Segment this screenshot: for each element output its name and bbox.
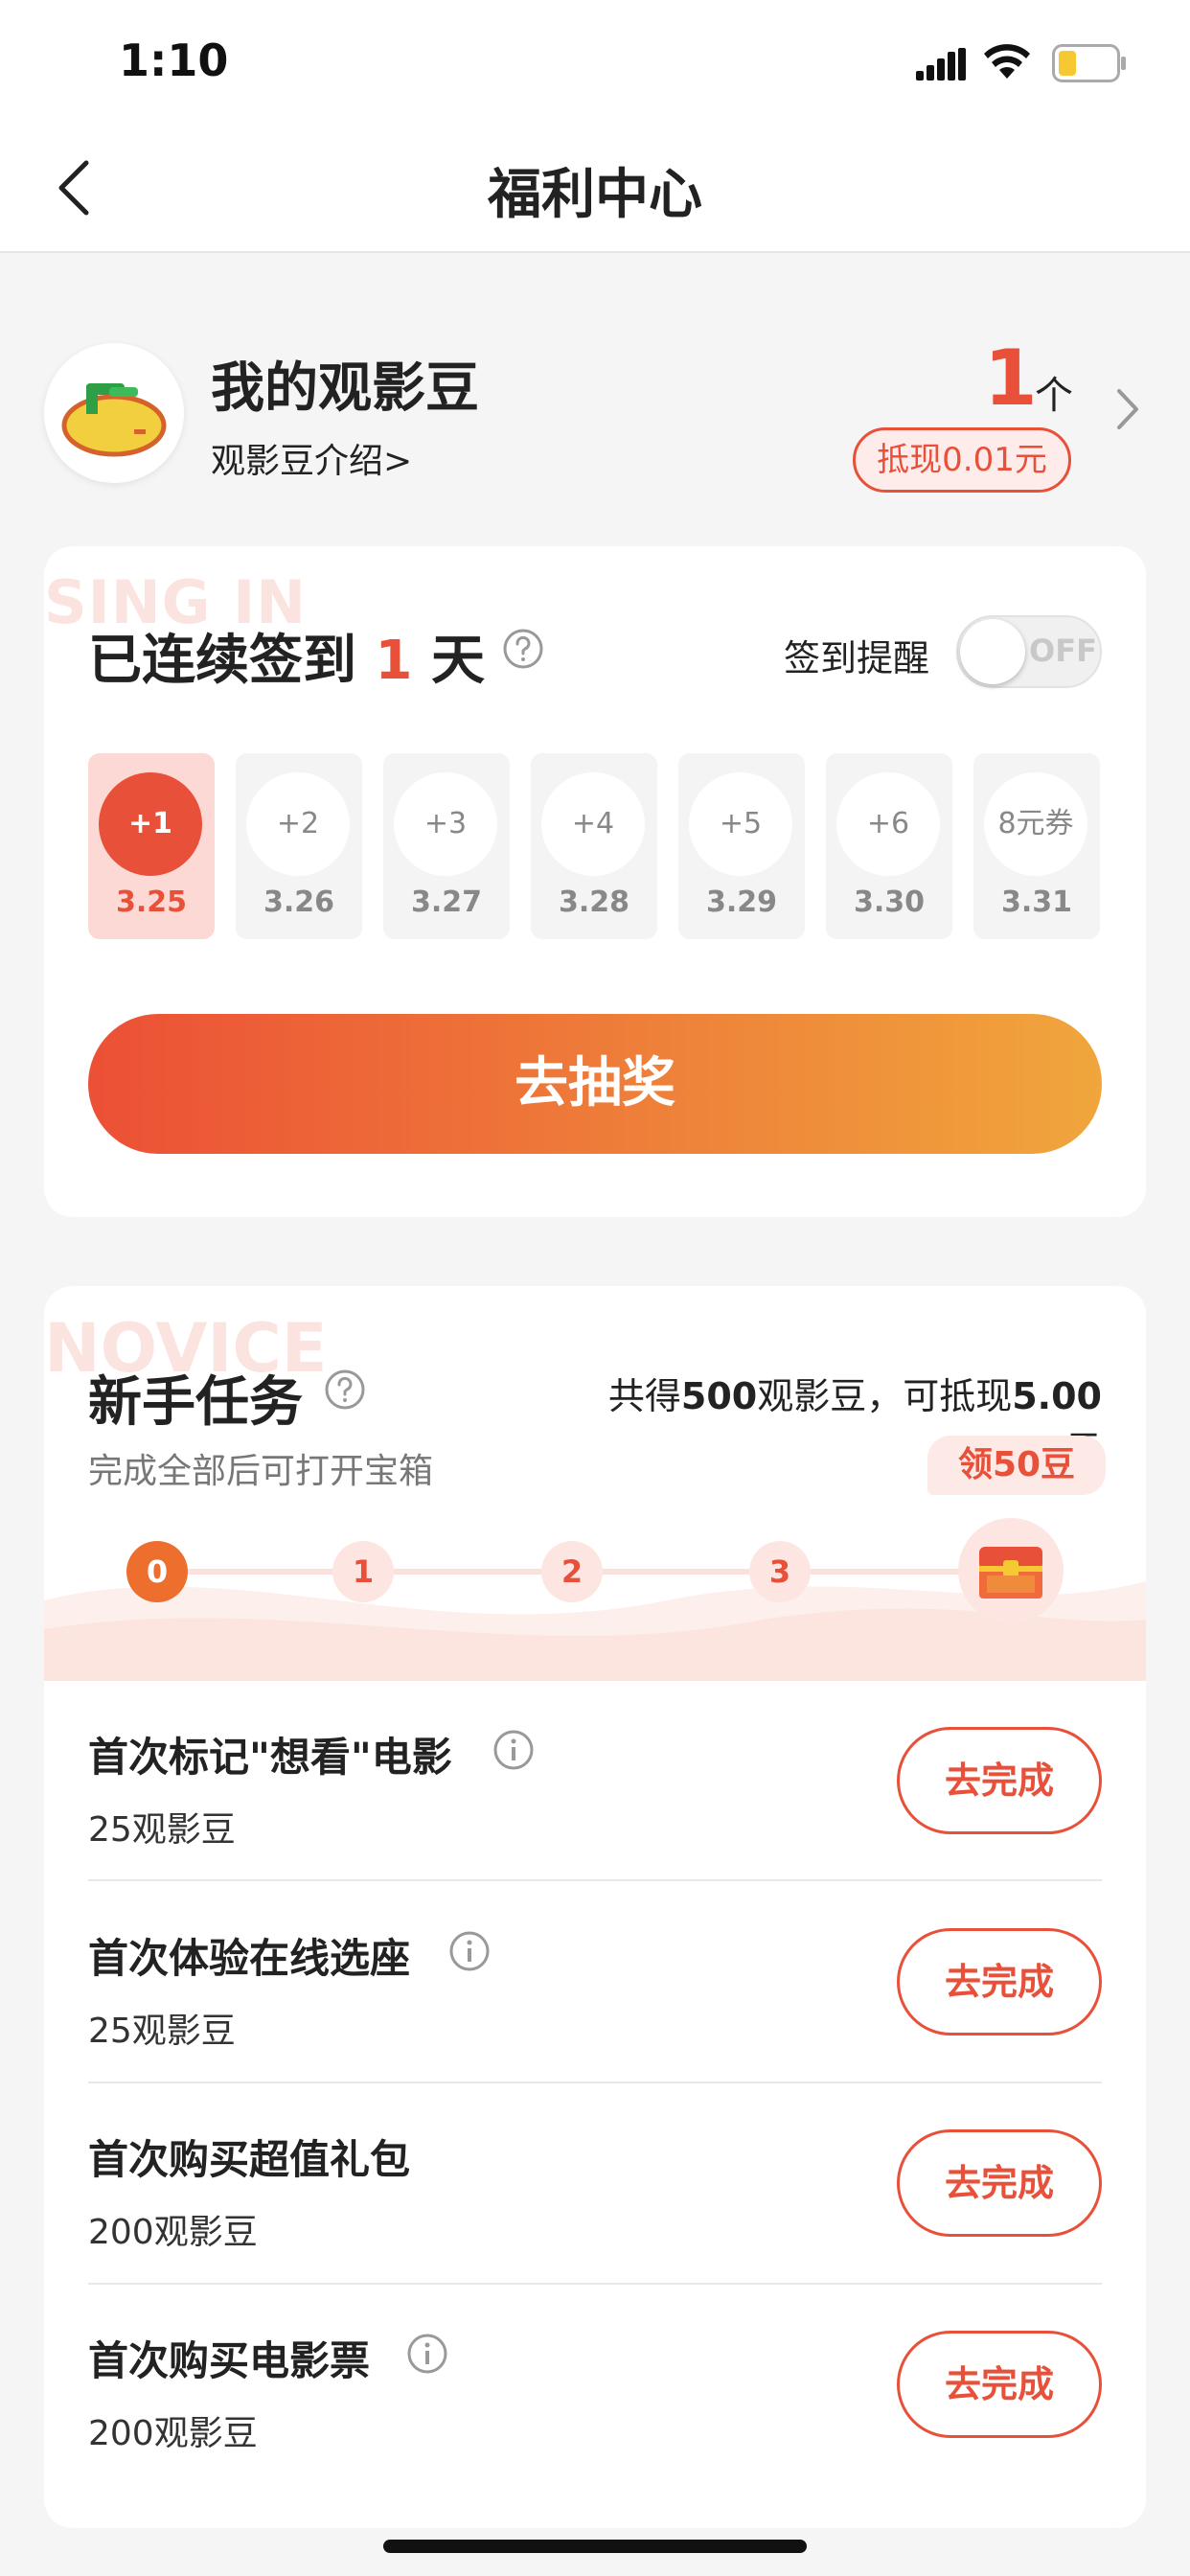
chevron-right-icon[interactable] — [1115, 387, 1140, 431]
signin-day-7[interactable]: 8元券 3.31 — [973, 753, 1100, 939]
day-reward: +4 — [541, 772, 645, 876]
day-reward: +2 — [246, 772, 350, 876]
day-date: 3.30 — [853, 886, 926, 919]
beans-count: 1 — [984, 334, 1038, 423]
toggle-knob[interactable] — [960, 619, 1025, 684]
novice-title: 新手任务 — [88, 1371, 303, 1434]
reward-mid: 观影豆，可抵现 — [757, 1375, 1013, 1417]
cellular-signal-icon — [916, 48, 966, 80]
signin-title-suffix: 天 — [430, 630, 485, 692]
cash-value-badge: 抵现0.01元 — [853, 427, 1071, 493]
help-icon[interactable] — [324, 1368, 366, 1411]
status-time: 1:10 — [119, 34, 229, 86]
progress-step-0: 0 — [126, 1541, 188, 1602]
progress-step-1: 1 — [332, 1541, 394, 1602]
progress-step-2: 2 — [541, 1541, 603, 1602]
novice-subtitle: 完成全部后可打开宝箱 — [88, 1452, 434, 1491]
bean-avatar-icon — [44, 343, 184, 483]
info-icon[interactable] — [406, 2333, 448, 2375]
task-name: 首次体验在线选座 — [88, 1935, 411, 1982]
battery-icon — [1052, 44, 1126, 82]
signin-title: 已连续签到 1 天 — [88, 617, 485, 695]
day-date: 3.26 — [263, 886, 335, 919]
beans-unit: 个 — [1035, 374, 1073, 418]
reward-beans: 500 — [680, 1375, 758, 1417]
task-complete-button[interactable]: 去完成 — [897, 2129, 1102, 2237]
help-icon[interactable] — [502, 628, 544, 670]
day-reward: 8元券 — [984, 772, 1087, 876]
signin-title-prefix: 已连续签到 — [88, 630, 356, 692]
signin-day-2[interactable]: +2 3.26 — [236, 753, 362, 939]
task-complete-button[interactable]: 去完成 — [897, 1928, 1102, 2036]
beans-intro-link[interactable]: 观影豆介绍> — [211, 433, 412, 483]
signin-reminder-label: 签到提醒 — [784, 637, 930, 679]
task-name: 首次购买电影票 — [88, 2337, 371, 2384]
task-complete-button[interactable]: 去完成 — [897, 1727, 1102, 1834]
task-name: 首次标记"想看"电影 — [88, 1734, 452, 1781]
signin-day-6[interactable]: +6 3.30 — [826, 753, 952, 939]
reward-prefix: 共得 — [607, 1375, 681, 1417]
progress-step-3: 3 — [749, 1541, 811, 1602]
lottery-button[interactable]: 去抽奖 — [88, 1014, 1102, 1154]
task-complete-button[interactable]: 去完成 — [897, 2331, 1102, 2438]
day-date: 3.25 — [115, 886, 188, 919]
task-beans: 200观影豆 — [88, 2414, 258, 2453]
beans-title: 我的观影豆 — [211, 357, 479, 420]
day-reward: +6 — [836, 772, 940, 876]
info-icon[interactable] — [492, 1729, 535, 1771]
signin-day-3[interactable]: +3 3.27 — [383, 753, 510, 939]
day-date: 3.28 — [558, 886, 630, 919]
signin-day-1[interactable]: +1 3.25 — [88, 753, 215, 939]
day-reward: +3 — [394, 772, 497, 876]
task-divider — [88, 1879, 1102, 1881]
task-beans: 200观影豆 — [88, 2213, 258, 2252]
toggle-off-text: OFF — [1029, 632, 1097, 669]
signin-day-4[interactable]: +4 3.28 — [531, 753, 657, 939]
claim-beans-badge[interactable]: 领50豆 — [927, 1436, 1106, 1495]
task-divider — [88, 2082, 1102, 2083]
treasure-chest-icon[interactable] — [958, 1518, 1064, 1623]
info-icon[interactable] — [448, 1930, 491, 1972]
day-reward: +5 — [689, 772, 792, 876]
day-reward: +1 — [99, 772, 202, 876]
reward-cash: 5.00 — [1012, 1375, 1102, 1417]
task-divider — [88, 2283, 1102, 2285]
day-date: 3.29 — [705, 886, 778, 919]
signin-days-count: 1 — [375, 630, 413, 692]
signin-day-5[interactable]: +5 3.29 — [678, 753, 805, 939]
task-beans: 25观影豆 — [88, 1810, 236, 1850]
task-name: 首次购买超值礼包 — [88, 2136, 411, 2183]
home-indicator[interactable] — [383, 2540, 807, 2553]
day-date: 3.31 — [1000, 886, 1073, 919]
wifi-icon — [984, 44, 1030, 79]
page-title: 福利中心 — [488, 164, 702, 226]
task-beans: 25观影豆 — [88, 2012, 236, 2051]
day-date: 3.27 — [410, 886, 483, 919]
